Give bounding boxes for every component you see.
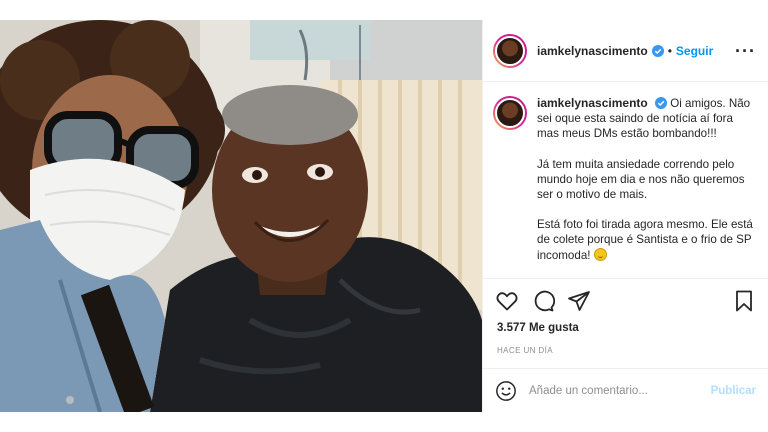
instagram-post: iamkelynascimento • Seguir ··· iamkelyna… [0, 20, 768, 412]
likes-count[interactable]: 3.577 Me gusta [483, 322, 768, 338]
caption-text: iamkelynascimento Oi amigos. Não sei oqu… [537, 96, 754, 278]
heart-icon[interactable] [495, 289, 519, 313]
post-timestamp[interactable]: HACE UN DÍA [483, 338, 768, 368]
avatar-image [495, 98, 525, 128]
caption-paragraph-3-wrap: Está foto foi tirada agora mesmo. Ele es… [537, 217, 754, 263]
caption-username[interactable]: iamkelynascimento [537, 96, 648, 110]
caption-paragraph-3: Está foto foi tirada agora mesmo. Ele es… [537, 218, 753, 262]
more-options-icon[interactable]: ··· [735, 42, 756, 60]
post-header: iamkelynascimento • Seguir ··· [483, 20, 768, 82]
post-photo[interactable] [0, 20, 482, 412]
publish-button[interactable]: Publicar [711, 385, 756, 397]
caption-section: iamkelynascimento Oi amigos. Não sei oqu… [483, 82, 768, 278]
avatar-image [495, 35, 525, 66]
selfie-photo [0, 20, 482, 412]
caption-paragraph-2: Já tem muita ansiedade correndo pelo mun… [537, 157, 745, 202]
comment-bubble-icon[interactable] [531, 289, 555, 313]
follow-button[interactable]: Seguir [676, 44, 713, 58]
smiling-face-emoji [593, 247, 607, 261]
paper-plane-icon[interactable] [567, 289, 591, 313]
separator-dot: • [667, 43, 672, 58]
comment-input[interactable] [529, 384, 711, 397]
comment-bar: Publicar [483, 368, 768, 412]
header-username[interactable]: iamkelynascimento [537, 44, 648, 58]
avatar[interactable] [493, 33, 527, 68]
verified-badge-icon [651, 44, 664, 57]
caption-paragraph: iamkelynascimento Oi amigos. Não sei oqu… [537, 96, 754, 142]
emoji-smile-icon[interactable] [495, 380, 517, 402]
caption-avatar[interactable] [493, 96, 527, 130]
verified-badge-icon [654, 97, 667, 109]
post-sidebar: iamkelynascimento • Seguir ··· iamkelyna… [482, 20, 768, 412]
bookmark-icon[interactable] [732, 289, 756, 313]
action-bar [483, 278, 768, 322]
